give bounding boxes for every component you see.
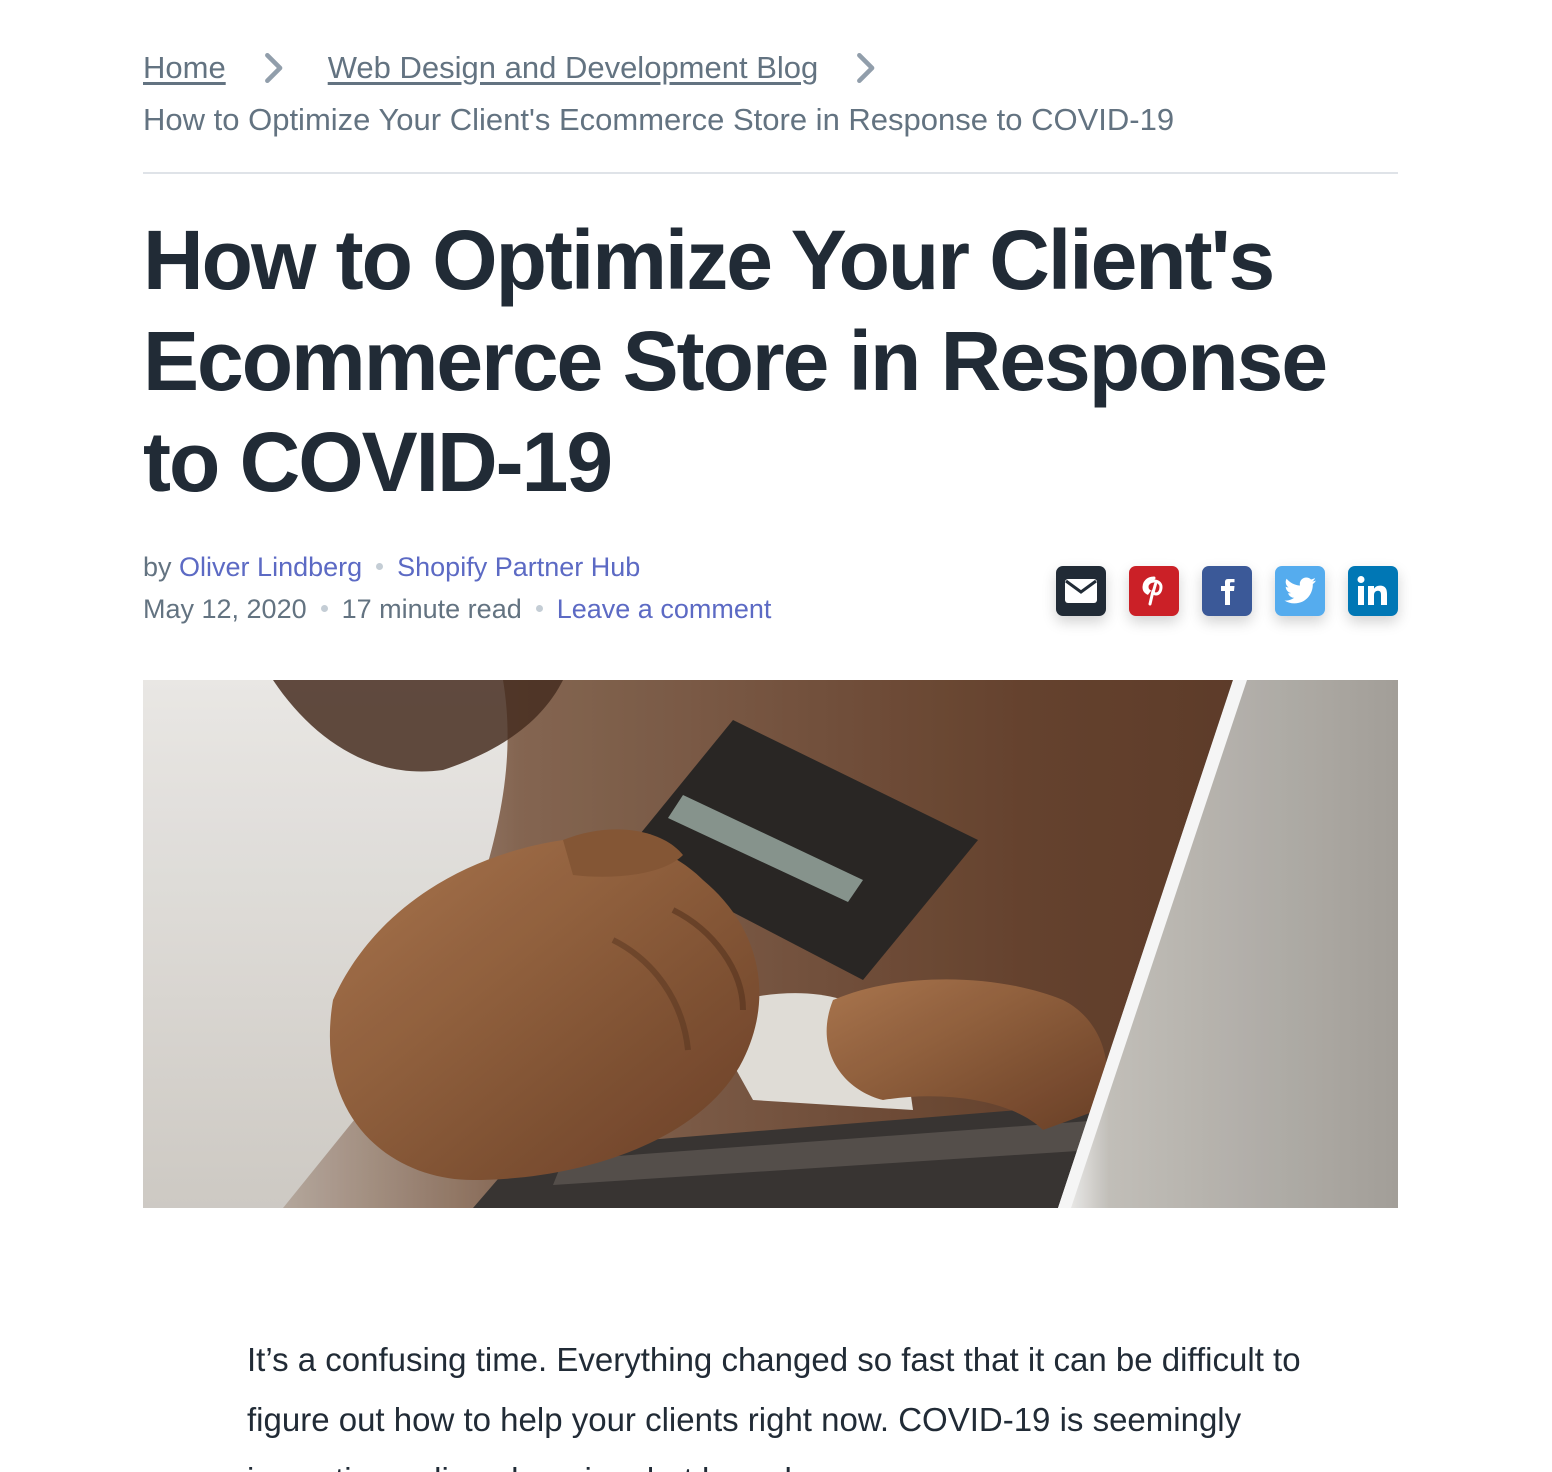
article-body-intro: It’s a confusing time. Everything change… bbox=[247, 1341, 1301, 1472]
linkedin-icon bbox=[1357, 576, 1387, 605]
chevron-right-icon bbox=[857, 52, 875, 84]
breadcrumb: Home Web Design and Development Blog How… bbox=[143, 44, 1398, 144]
page: Home Web Design and Development Blog How… bbox=[0, 0, 1552, 1472]
credit-card-photo bbox=[143, 680, 1398, 1208]
publication-link[interactable]: Shopify Partner Hub bbox=[397, 552, 640, 582]
separator-dot bbox=[535, 605, 543, 613]
share-linkedin-button[interactable] bbox=[1348, 566, 1398, 616]
separator-dot bbox=[320, 605, 328, 613]
twitter-icon bbox=[1284, 577, 1316, 604]
byline: by Oliver Lindberg Shopify Partner Hub bbox=[143, 546, 771, 588]
separator-dot bbox=[376, 563, 384, 571]
hero-image bbox=[143, 680, 1398, 1208]
share-twitter-button[interactable] bbox=[1275, 566, 1325, 616]
breadcrumb-row: Home Web Design and Development Blog bbox=[143, 44, 1398, 92]
share-email-button[interactable] bbox=[1056, 566, 1106, 616]
chevron-right-icon bbox=[264, 52, 283, 84]
breadcrumb-home-link[interactable]: Home bbox=[143, 44, 226, 92]
author-link[interactable]: Oliver Lindberg bbox=[179, 552, 362, 582]
article-title: How to Optimize Your Client's Ecommerce … bbox=[143, 213, 1328, 509]
share-buttons bbox=[1056, 566, 1398, 616]
publish-date: May 12, 2020 bbox=[143, 594, 307, 624]
by-prefix: by bbox=[143, 552, 172, 582]
envelope-icon bbox=[1065, 579, 1097, 603]
breadcrumb-blog-link[interactable]: Web Design and Development Blog bbox=[328, 44, 819, 92]
pinterest-icon bbox=[1142, 576, 1163, 606]
leave-comment-link[interactable]: Leave a comment bbox=[557, 594, 772, 624]
facebook-icon bbox=[1221, 579, 1235, 605]
article-info: May 12, 2020 17 minute read Leave a commen… bbox=[143, 588, 771, 630]
breadcrumb-current: How to Optimize Your Client's Ecommerce … bbox=[143, 102, 1175, 137]
divider bbox=[143, 172, 1398, 174]
share-facebook-button[interactable] bbox=[1202, 566, 1252, 616]
share-pinterest-button[interactable] bbox=[1129, 566, 1179, 616]
read-time: 17 minute read bbox=[341, 594, 522, 624]
article-meta: by Oliver Lindberg Shopify Partner Hub Ma… bbox=[143, 546, 771, 630]
